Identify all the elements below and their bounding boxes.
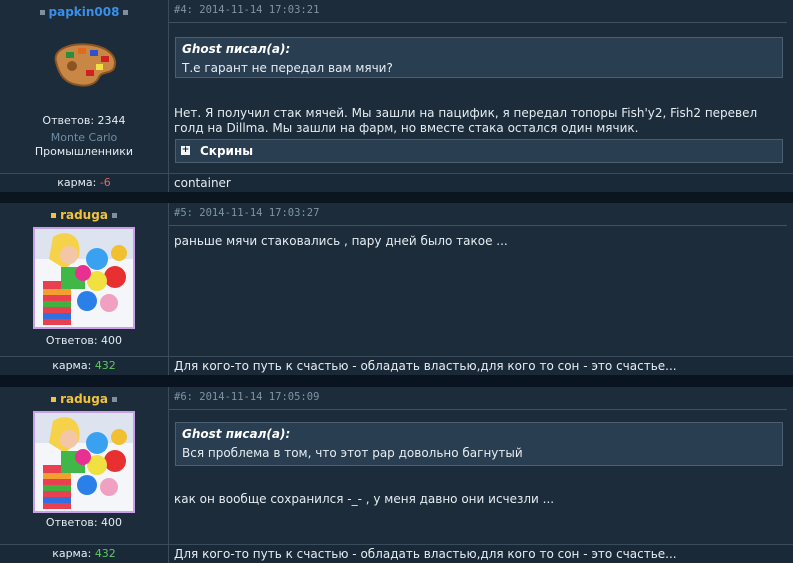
karma-value[interactable]: 432	[95, 359, 116, 372]
quote-block: Ghost писал(а): Т.е гарант не передал ва…	[175, 37, 783, 78]
post-author-panel: raduga Ответов: 400	[0, 387, 169, 545]
karma-label: карма:	[52, 547, 92, 560]
post-author: raduga	[0, 208, 168, 222]
replies-count: Ответов: 400	[45, 334, 123, 347]
post-footer: карма: 432 Для кого-то путь к счастью - …	[0, 356, 793, 375]
post-author: papkin008	[0, 5, 168, 19]
replies-count: Ответов: 400	[45, 516, 123, 529]
post-author-panel: raduga Ответов: 400	[0, 203, 169, 357]
karma-label: карма:	[52, 359, 92, 372]
post-separator	[0, 375, 793, 387]
username-link[interactable]: raduga	[60, 208, 108, 222]
post-body: раньше мячи стаковались , пару дней было…	[174, 234, 508, 248]
rank-marker-icon	[111, 397, 117, 402]
karma: карма: 432	[0, 357, 169, 375]
post-body: Нет. Я получил стак мячей. Мы зашли на п…	[174, 106, 758, 135]
post-footer: карма: 432 Для кого-то путь к счастью - …	[0, 544, 793, 563]
girl-with-balloons-avatar[interactable]	[33, 411, 135, 513]
post-separator	[0, 192, 793, 203]
divider	[169, 225, 787, 226]
online-indicator-icon	[51, 397, 57, 402]
post-author: raduga	[0, 392, 168, 406]
signature: container	[174, 176, 231, 190]
karma-value[interactable]: -6	[100, 176, 111, 189]
karma-value[interactable]: 432	[95, 547, 116, 560]
palette-icon	[50, 40, 120, 90]
offline-indicator-icon	[39, 10, 45, 15]
post-body: как он вообще сохранился -_- , у меня да…	[174, 492, 555, 506]
quote-block: Ghost писал(а): Вся проблема в том, что …	[175, 422, 783, 466]
post-content: #4: 2014-11-14 17:03:21 Ghost писал(а): …	[169, 0, 793, 174]
online-indicator-icon	[51, 213, 57, 218]
divider	[169, 22, 787, 23]
divider	[169, 409, 787, 410]
rank-marker-icon	[123, 10, 129, 15]
karma-label: карма:	[57, 176, 97, 189]
post-footer: карма: -6 container	[0, 173, 793, 192]
user-group: Промышленники	[34, 145, 134, 158]
post-header[interactable]: #4: 2014-11-14 17:03:21	[174, 4, 319, 16]
forum-post: raduga Ответов: 400	[0, 387, 793, 563]
spoiler-label: Скрины	[200, 144, 254, 158]
forum-post: papkin008 Ответов: 2344 Monte Carlo Пром…	[0, 0, 793, 192]
expand-icon[interactable]: +	[181, 146, 190, 155]
quote-author: Ghost писал(а):	[182, 42, 291, 56]
girl-with-balloons-avatar[interactable]	[33, 227, 135, 329]
post-header[interactable]: #5: 2014-11-14 17:03:27	[174, 207, 319, 219]
spoiler-toggle[interactable]: + Скрины	[175, 139, 783, 163]
rank-marker-icon	[111, 213, 117, 218]
post-author-panel: papkin008 Ответов: 2344 Monte Carlo Пром…	[0, 0, 169, 174]
post-header[interactable]: #6: 2014-11-14 17:05:09	[174, 391, 319, 403]
quote-text: Вся проблема в том, что этот рар довольн…	[182, 446, 523, 460]
post-content: #6: 2014-11-14 17:05:09 Ghost писал(а): …	[169, 387, 793, 545]
karma: карма: 432	[0, 545, 169, 563]
signature: Для кого-то путь к счастью - обладать вл…	[174, 547, 677, 561]
quote-author: Ghost писал(а):	[182, 427, 291, 441]
quote-text: Т.е гарант не передал вам мячи?	[182, 61, 393, 75]
replies-count: Ответов: 2344	[42, 114, 126, 127]
forum-post: raduga Ответов: 400	[0, 203, 793, 375]
user-location: Monte Carlo	[50, 131, 118, 144]
username-link[interactable]: papkin008	[49, 5, 120, 19]
karma: карма: -6	[0, 174, 169, 192]
post-content: #5: 2014-11-14 17:03:27 раньше мячи стак…	[169, 203, 793, 357]
username-link[interactable]: raduga	[60, 392, 108, 406]
signature: Для кого-то путь к счастью - обладать вл…	[174, 359, 677, 373]
